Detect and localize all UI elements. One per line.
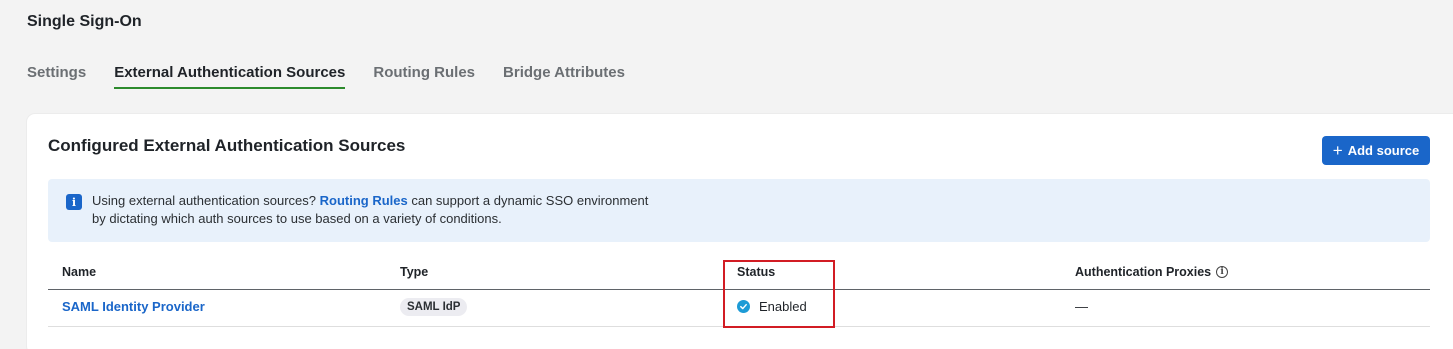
column-header-type: Type — [400, 265, 429, 279]
check-circle-icon — [737, 300, 750, 313]
tab-external-authentication-sources[interactable]: External Authentication Sources — [114, 64, 346, 89]
row-status-cell: Enabled — [737, 299, 807, 314]
add-source-label: Add source — [1347, 143, 1420, 158]
info-icon: i — [66, 194, 82, 210]
row-type-cell: SAML IdP — [400, 298, 468, 316]
info-circle-icon[interactable]: i — [1216, 266, 1229, 278]
table-row: SAML Identity Provider SAML IdP Enabled … — [48, 290, 1430, 327]
info-banner-text: Using external authentication sources? R… — [92, 192, 652, 228]
tab-bridge-attributes[interactable]: Bridge Attributes — [503, 64, 625, 89]
info-banner: i Using external authentication sources?… — [48, 179, 1430, 242]
type-badge: SAML IdP — [400, 298, 468, 316]
card-title: Configured External Authentication Sourc… — [48, 136, 406, 155]
routing-rules-link[interactable]: Routing Rules — [320, 193, 408, 208]
info-text-before: Using external authentication sources? — [92, 193, 320, 208]
status-text: Enabled — [759, 299, 807, 314]
plus-icon: + — [1332, 140, 1343, 160]
tab-settings[interactable]: Settings — [27, 64, 86, 89]
row-proxies-cell: — — [1075, 299, 1088, 314]
sso-page: Single Sign-On Settings External Authent… — [0, 0, 1453, 349]
column-header-proxies-label: Authentication Proxies — [1075, 265, 1212, 279]
auth-sources-card: Configured External Authentication Sourc… — [27, 114, 1453, 349]
column-header-authentication-proxies: Authentication Proxies i — [1075, 265, 1229, 279]
auth-sources-table: Name Type Status Authentication Proxies … — [48, 259, 1430, 327]
page-title: Single Sign-On — [27, 13, 142, 30]
table-header: Name Type Status Authentication Proxies … — [48, 259, 1430, 290]
tab-bar: Settings External Authentication Sources… — [27, 64, 625, 89]
add-source-button[interactable]: + Add source — [1322, 136, 1430, 165]
tab-routing-rules[interactable]: Routing Rules — [373, 64, 475, 89]
row-name-cell: SAML Identity Provider — [62, 299, 205, 314]
column-header-name: Name — [62, 265, 97, 279]
column-header-status: Status — [737, 265, 776, 279]
source-name-link[interactable]: SAML Identity Provider — [62, 299, 205, 314]
